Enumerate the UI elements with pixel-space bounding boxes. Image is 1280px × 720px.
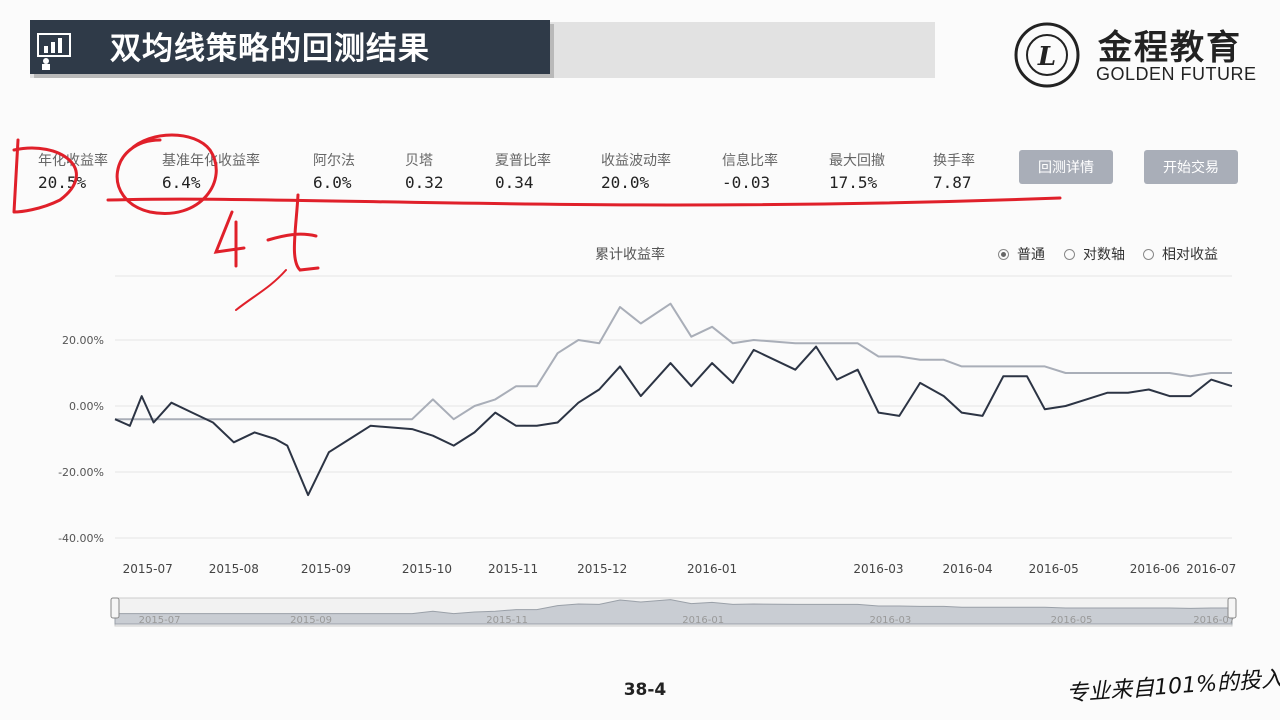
page-number: 38-4 (623, 680, 667, 700)
annotation-percent-mark (266, 193, 320, 272)
x-tick-label: 2015-09 (301, 562, 351, 576)
navigator-tick-label: 2015-09 (290, 615, 332, 626)
y-tick-label: -20.00% (58, 466, 104, 479)
annotation-underline (106, 196, 1062, 207)
x-tick-label: 2016-05 (1029, 562, 1079, 576)
navigator-tick-label: 2016-03 (869, 615, 911, 626)
navigator-right-handle[interactable] (1227, 597, 1237, 619)
annotation-4-mark (213, 210, 246, 268)
y-tick-label: -40.00% (58, 532, 104, 545)
x-tick-label: 2016-06 (1130, 562, 1180, 576)
x-tick-label: 2015-11 (488, 562, 538, 576)
x-tick-label: 2016-07 (1186, 562, 1236, 576)
navigator-tick-label: 2015-11 (486, 615, 528, 626)
y-tick-label: 20.00% (62, 334, 104, 347)
cumulative-return-chart: 20.00% 0.00% -20.00% -40.00% 2015-07 2015-08… (12, 133, 1237, 627)
x-tick-label: 2016-01 (687, 562, 737, 576)
navigator-tick-label: 2016-01 (682, 615, 724, 626)
navigator-left-handle[interactable] (110, 597, 120, 619)
x-tick-label: 2015-07 (123, 562, 173, 576)
x-tick-label: 2015-10 (402, 562, 452, 576)
x-tick-label: 2015-12 (577, 562, 627, 576)
handwritten-annotations (12, 133, 1062, 311)
series-line-strategy (114, 345, 1233, 497)
series-line-benchmark (115, 302, 1232, 421)
navigator-tick-label: 2015-07 (139, 615, 181, 626)
annotation-circle (115, 133, 218, 215)
x-tick-label: 2015-08 (209, 562, 259, 576)
x-tick-label: 2016-04 (943, 562, 993, 576)
annotation-d-mark (12, 138, 78, 214)
y-tick-label: 0.00% (69, 400, 104, 413)
navigator-tick-label: 2016-05 (1051, 615, 1093, 626)
x-tick-label: 2016-03 (853, 562, 903, 576)
